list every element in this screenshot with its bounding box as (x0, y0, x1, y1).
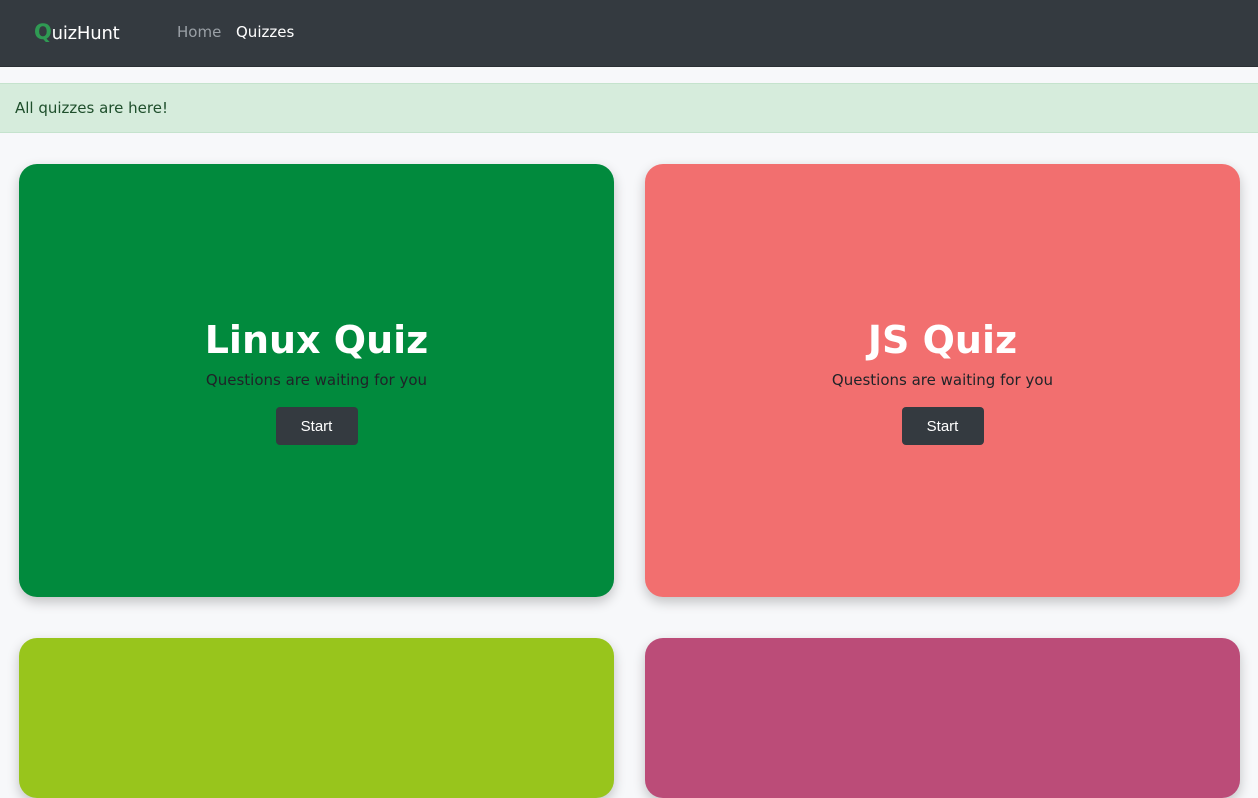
card-subtitle: Questions are waiting for you (831, 371, 1054, 389)
nav-link-quizzes[interactable]: Quizzes (236, 23, 294, 41)
nav-link-home[interactable]: Home (177, 23, 221, 41)
start-button[interactable]: Start (275, 407, 358, 445)
quiz-card-linux: Linux Quiz Questions are waiting for you… (19, 164, 614, 597)
brand-logo-text: uizHunt (51, 23, 120, 44)
card-subtitle: Questions are waiting for you (205, 371, 428, 389)
brand-logo[interactable]: QuizHunt (34, 20, 120, 44)
card-title: JS Quiz (867, 318, 1018, 362)
alert-text: All quizzes are here! (15, 99, 168, 117)
quiz-card-4 (645, 638, 1240, 798)
top-navbar: QuizHunt Home Quizzes (0, 0, 1258, 67)
info-alert: All quizzes are here! (0, 83, 1258, 133)
card-body: JS Quiz Questions are waiting for you St… (645, 316, 1240, 445)
card-body: Linux Quiz Questions are waiting for you… (19, 316, 614, 445)
start-button[interactable]: Start (901, 407, 984, 445)
brand-logo-letter: Q (34, 20, 52, 44)
quiz-card-3 (19, 638, 614, 798)
quiz-card-js: JS Quiz Questions are waiting for you St… (645, 164, 1240, 597)
card-title: Linux Quiz (204, 318, 429, 362)
